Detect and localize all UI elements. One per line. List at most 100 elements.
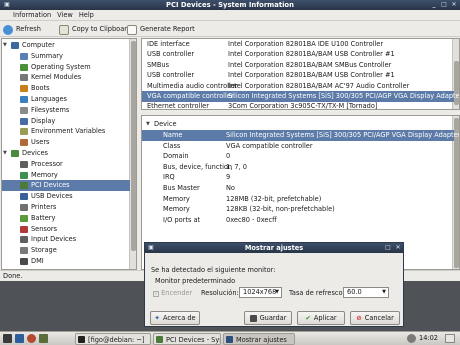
category-icon — [20, 236, 28, 244]
detail-row[interactable]: Memory 128MB (32-bit, prefetchable) — [142, 194, 454, 205]
maximize-icon[interactable]: □ — [440, 1, 448, 9]
tree-item-printers[interactable]: Printers — [2, 202, 130, 213]
dialog-menu-icon[interactable]: ▣ — [147, 244, 155, 252]
window-menu-icon[interactable]: ▣ — [3, 1, 11, 9]
tree-item-storage[interactable]: Storage — [2, 245, 130, 256]
menu-information[interactable]: Information — [10, 10, 54, 21]
tree-item-languages[interactable]: Languages — [2, 94, 130, 105]
category-icon — [20, 225, 28, 233]
tree-item-battery[interactable]: Battery — [2, 213, 130, 224]
task-pci-devices[interactable]: PCI Devices - Sys... — [153, 333, 221, 345]
task-terminal[interactable]: [figo@debian: ~] — [75, 333, 151, 345]
refresh-label: Refresh — [16, 25, 41, 33]
start-menu-icon[interactable] — [3, 334, 12, 343]
category-icon — [20, 63, 28, 71]
detail-row[interactable]: Bus Master No — [142, 183, 454, 194]
copy-label: Copy to Clipboard — [72, 25, 132, 33]
dialog-titlebar[interactable]: ▣ Mostrar ajustes □ ✕ — [145, 243, 403, 253]
tree-item-dmi[interactable]: DMI — [2, 256, 130, 267]
tree-item-usb-devices[interactable]: USB Devices — [2, 191, 130, 202]
tree-item-sensors[interactable]: Sensors — [2, 224, 130, 235]
about-button[interactable]: ✦ Acerca de — [150, 311, 200, 325]
device-row[interactable]: SMBus Intel Corporation 82801BA/BAM SMBus… — [142, 60, 454, 71]
category-icon — [20, 85, 28, 93]
browser-launcher-icon[interactable] — [27, 334, 36, 343]
menu-help[interactable]: Help — [76, 10, 97, 21]
menu-view[interactable]: View — [54, 10, 76, 21]
show-desktop-icon[interactable] — [15, 334, 24, 343]
window-titlebar[interactable]: ▣ PCI Devices - System Information _ □ ✕ — [0, 0, 460, 10]
detail-key: Domain — [163, 152, 189, 161]
device-row[interactable]: USB controller Intel Corporation 82801BA/… — [142, 70, 454, 81]
category-tree: ▼ Computer Summary Operating System Kernel M… — [1, 38, 137, 270]
expander-down-icon[interactable]: ▼ — [146, 119, 150, 129]
close-icon[interactable]: ✕ — [450, 1, 458, 9]
apply-check-icon: ✔ — [305, 314, 311, 322]
tree-scrollbar-thumb[interactable] — [131, 41, 136, 251]
tree-item-input-devices[interactable]: Input Devices — [2, 234, 130, 245]
minimize-icon[interactable]: _ — [430, 1, 438, 9]
cancel-button[interactable]: ⊘ Cancelar — [350, 311, 400, 325]
category-icon — [11, 42, 19, 49]
tree-item-label: Sensors — [31, 224, 58, 233]
detail-row[interactable]: I/O ports at 0xec80 - 0xecff — [142, 215, 454, 226]
refresh-button[interactable]: Refresh — [3, 23, 41, 36]
category-icon — [20, 96, 28, 103]
window-title: PCI Devices - System Information — [166, 1, 294, 9]
device-row[interactable]: VGA compatible controller Silicon Integra… — [142, 91, 459, 102]
detail-row[interactable]: IRQ 9 — [142, 172, 454, 183]
dialog-title: Mostrar ajustes — [244, 244, 304, 252]
tree-item-kernel-modules[interactable]: Kernel Modules — [2, 72, 130, 83]
detail-row[interactable]: Name Silicon Integrated Systems [SiS] 300… — [142, 130, 459, 141]
detail-row[interactable]: Memory 128KB (32-bit, non-prefetchable) — [142, 204, 454, 215]
about-label: Acerca de — [162, 314, 196, 322]
save-button[interactable]: Guardar — [244, 311, 292, 325]
tree-item-devices[interactable]: ▼ Devices — [2, 148, 130, 159]
device-row[interactable]: Multimedia audio controller Intel Corpora… — [142, 81, 454, 92]
file-manager-launcher-icon[interactable] — [39, 334, 48, 343]
report-label: Generate Report — [140, 25, 195, 33]
device-row[interactable]: IDE interface Intel Corporation 82801BA I… — [142, 39, 454, 50]
expander-icon[interactable]: ▼ — [3, 40, 7, 51]
detail-key: Name — [163, 131, 183, 139]
enable-checkbox[interactable]: ✓ Encender — [153, 289, 192, 297]
tree-item-boots[interactable]: Boots — [2, 83, 130, 94]
device-type: USB controller — [147, 50, 195, 59]
generate-report-button[interactable]: Generate Report — [127, 23, 195, 36]
status-text: Done. — [3, 272, 23, 280]
tree-item-filesystems[interactable]: Filesystems — [2, 105, 130, 116]
detail-row[interactable]: Bus, device, function 1, 7, 0 — [142, 162, 454, 173]
tree-item-display[interactable]: Display — [2, 116, 130, 127]
resolution-select[interactable]: 1024x768 ▼ — [239, 287, 282, 298]
volume-icon[interactable] — [407, 334, 416, 343]
task-display-settings[interactable]: Mostrar ajustes — [223, 333, 295, 345]
tree-item-users[interactable]: Users — [2, 137, 130, 148]
detail-row[interactable]: Class VGA compatible controller — [142, 141, 454, 152]
tree-item-environment-variables[interactable]: Environment Variables — [2, 126, 130, 137]
tree-item-pci-devices[interactable]: PCI Devices — [2, 180, 130, 192]
tree-item-label: Summary — [31, 51, 63, 60]
category-icon — [11, 150, 19, 157]
tree-item-processor[interactable]: Processor — [2, 159, 130, 170]
tree-item-computer[interactable]: ▼ Computer — [2, 40, 130, 51]
device-type: Multimedia audio controller — [147, 81, 238, 90]
apply-button[interactable]: ✔ Aplicar — [297, 311, 345, 325]
dialog-close-icon[interactable]: ✕ — [394, 244, 402, 252]
tree-item-label: USB Devices — [31, 192, 73, 201]
copy-to-clipboard-button[interactable]: Copy to Clipboard — [59, 23, 131, 36]
tree-item-label: Battery — [31, 213, 56, 222]
dialog-maximize-icon[interactable]: □ — [384, 244, 392, 252]
tree-scrollbar[interactable] — [129, 39, 136, 269]
expander-icon[interactable]: ▼ — [3, 148, 7, 159]
detail-row[interactable]: Domain 0 — [142, 151, 454, 162]
tree-item-operating-system[interactable]: Operating System — [2, 62, 130, 73]
toolbar: Refresh Copy to Clipboard Generate Repor… — [0, 22, 460, 37]
refresh-rate-select[interactable]: 60.0 ▼ — [343, 287, 389, 298]
detail-key: IRQ — [163, 173, 175, 182]
tree-item-memory[interactable]: Memory — [2, 170, 130, 181]
device-row[interactable]: USB controller Intel Corporation 82801BA/… — [142, 49, 454, 60]
tree-item-summary[interactable]: Summary — [2, 51, 130, 62]
menubar: Information View Help — [0, 10, 460, 21]
device-row[interactable]: Ethernet controller 3Com Corporation 3c90… — [142, 101, 454, 109]
workspace-switcher-icon[interactable] — [445, 334, 455, 343]
